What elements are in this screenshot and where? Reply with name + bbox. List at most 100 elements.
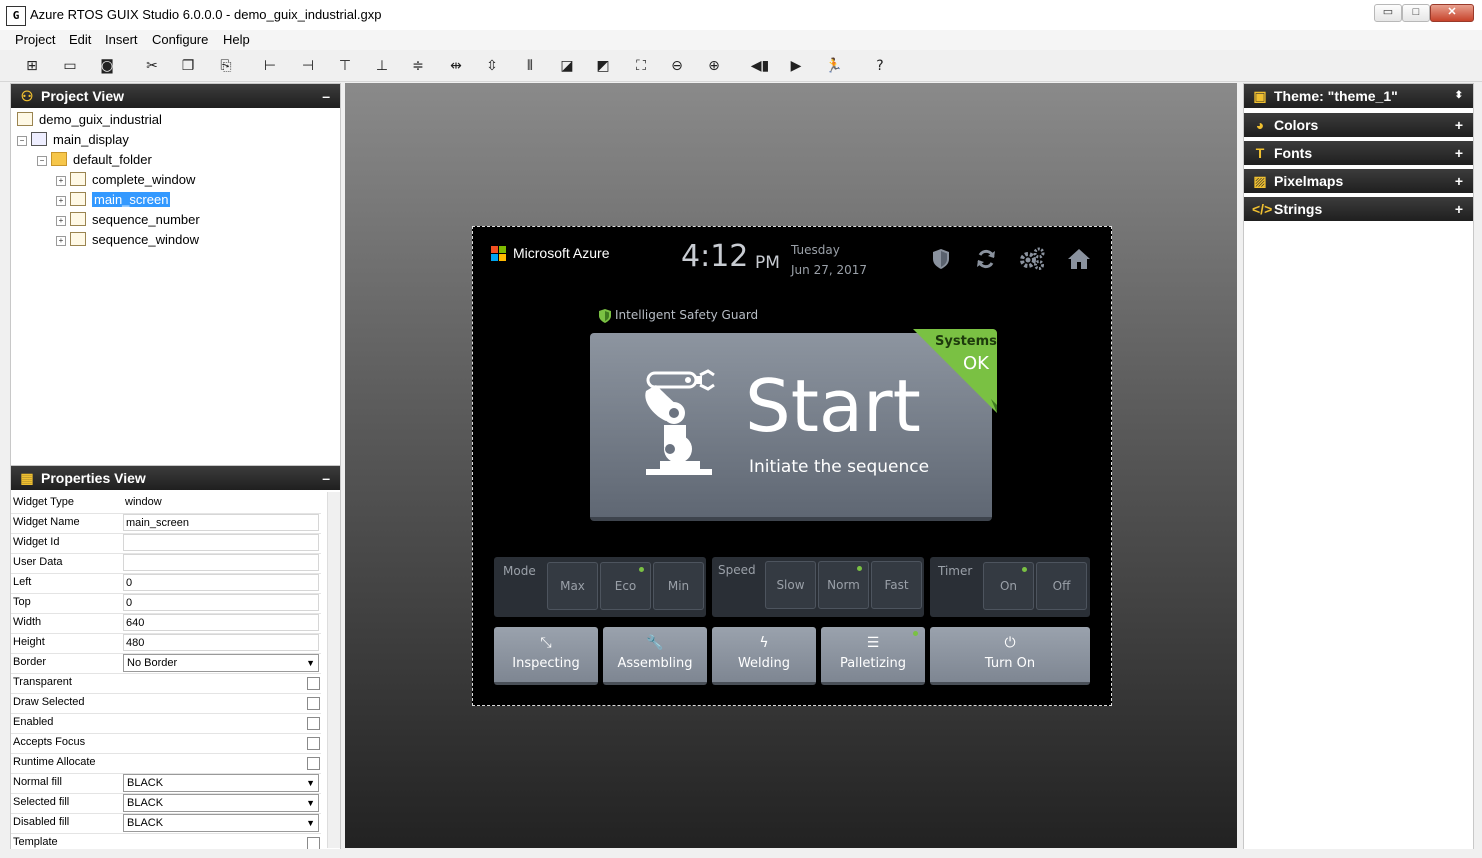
center-horizontal-icon[interactable]: ≑ bbox=[407, 55, 429, 77]
collapse-toggle-icon[interactable]: − bbox=[37, 156, 47, 166]
property-input[interactable] bbox=[123, 534, 319, 551]
property-dropdown[interactable]: BLACK ▼ bbox=[123, 774, 319, 792]
menu-help[interactable]: Help bbox=[223, 32, 250, 47]
property-input[interactable]: 480 bbox=[123, 634, 319, 651]
inspecting-button[interactable]: ⤡ Inspecting bbox=[494, 627, 598, 685]
turn-on-button[interactable]: ⏻ Turn On bbox=[930, 627, 1090, 685]
align-left-icon[interactable]: ⊢ bbox=[259, 55, 281, 77]
tree-root-project[interactable]: demo_guix_industrial bbox=[17, 111, 162, 129]
minimize-button[interactable]: ▭ bbox=[1374, 4, 1402, 22]
theme-spin-icon[interactable]: ⬍ bbox=[1455, 84, 1463, 108]
colors-section[interactable]: ◕ Colors + bbox=[1244, 113, 1473, 137]
tree-folder[interactable]: − default_folder bbox=[37, 151, 152, 169]
run-icon[interactable]: 🏃 bbox=[823, 55, 845, 77]
property-label: Transparent bbox=[13, 676, 72, 688]
systems-status-label: Systems bbox=[935, 334, 997, 349]
copy-icon[interactable]: ❐ bbox=[177, 55, 199, 77]
mode-max-button[interactable]: Max bbox=[547, 562, 598, 610]
playback-icon[interactable]: ▶ bbox=[785, 55, 807, 77]
menu-edit[interactable]: Edit bbox=[69, 32, 91, 47]
equal-height-icon[interactable]: ⇳ bbox=[481, 55, 503, 77]
menu-insert[interactable]: Insert bbox=[105, 32, 138, 47]
menu-project[interactable]: Project bbox=[15, 32, 55, 47]
help-icon[interactable]: ? bbox=[869, 55, 891, 77]
property-input[interactable]: main_screen bbox=[123, 514, 319, 531]
assembling-button[interactable]: 🔧 Assembling bbox=[603, 627, 707, 685]
expand-pixelmaps-button[interactable]: + bbox=[1455, 169, 1463, 193]
zoom-in-icon[interactable]: ⊕ bbox=[703, 55, 725, 77]
property-checkbox[interactable] bbox=[307, 677, 320, 690]
speed-active-indicator-icon bbox=[857, 566, 862, 571]
new-icon[interactable]: ⊞ bbox=[21, 55, 43, 77]
tree-item-sequence-window[interactable]: + sequence_window bbox=[56, 231, 199, 249]
mode-group: Mode Max Eco Min bbox=[494, 557, 706, 617]
main-screen-preview[interactable]: Microsoft Azure 4:12 PM Tuesday Jun 27, … bbox=[472, 226, 1112, 706]
expand-toggle-icon[interactable]: + bbox=[56, 216, 66, 226]
property-dropdown[interactable]: BLACK ▼ bbox=[123, 794, 319, 812]
welding-button[interactable]: ϟ Welding bbox=[712, 627, 816, 685]
collapse-properties-view-button[interactable]: – bbox=[322, 466, 330, 490]
paste-icon[interactable]: ⎘ bbox=[215, 55, 237, 77]
tree-display[interactable]: − main_display bbox=[17, 131, 129, 149]
property-input[interactable]: 0 bbox=[123, 594, 319, 611]
menu-configure[interactable]: Configure bbox=[152, 32, 208, 47]
align-right-icon[interactable]: ⊣ bbox=[297, 55, 319, 77]
project-file-icon bbox=[17, 112, 33, 126]
theme-selector[interactable]: ▣ Theme: "theme_1" ⬍ bbox=[1244, 84, 1473, 108]
save-icon[interactable]: ◙ bbox=[96, 55, 118, 77]
maximize-button[interactable]: □ bbox=[1402, 4, 1430, 22]
speed-slow-button[interactable]: Slow bbox=[765, 561, 816, 609]
palletizing-button[interactable]: ☰ Palletizing bbox=[821, 627, 925, 685]
safety-guard-label: Intelligent Safety Guard bbox=[615, 308, 759, 322]
tree-item-sequence-number[interactable]: + sequence_number bbox=[56, 211, 200, 229]
tree-item-main-screen[interactable]: + main_screen bbox=[56, 191, 171, 209]
list-icon: ☰ bbox=[866, 635, 880, 651]
settings-gears-icon[interactable] bbox=[1019, 247, 1045, 271]
close-button[interactable]: ✕ bbox=[1430, 4, 1474, 22]
open-icon[interactable]: ▭ bbox=[59, 55, 81, 77]
home-icon[interactable] bbox=[1067, 248, 1091, 270]
fit-content-icon[interactable]: ⛶ bbox=[630, 55, 652, 77]
property-dropdown[interactable]: BLACK ▼ bbox=[123, 814, 319, 832]
property-checkbox[interactable] bbox=[307, 737, 320, 750]
strings-section[interactable]: </> Strings + bbox=[1244, 197, 1473, 221]
property-input[interactable] bbox=[123, 554, 319, 571]
align-top-icon[interactable]: ⊤ bbox=[334, 55, 356, 77]
refresh-icon[interactable] bbox=[975, 248, 997, 270]
property-label: Left bbox=[13, 576, 32, 588]
zoom-out-icon[interactable]: ⊖ bbox=[666, 55, 688, 77]
expand-toggle-icon[interactable]: + bbox=[56, 176, 66, 186]
expand-toggle-icon[interactable]: + bbox=[56, 236, 66, 246]
property-label: Accepts Focus bbox=[13, 736, 86, 748]
property-dropdown[interactable]: No Border ▼ bbox=[123, 654, 319, 672]
align-bottom-icon[interactable]: ⊥ bbox=[371, 55, 393, 77]
property-checkbox[interactable] bbox=[307, 757, 320, 770]
property-dropdown-value: BLACK bbox=[127, 777, 164, 789]
fonts-section[interactable]: T Fonts + bbox=[1244, 141, 1473, 165]
expand-strings-button[interactable]: + bbox=[1455, 197, 1463, 221]
lightning-icon: ϟ bbox=[759, 635, 769, 651]
move-to-front-icon[interactable]: ◪ bbox=[556, 55, 578, 77]
collapse-toggle-icon[interactable]: − bbox=[17, 136, 27, 146]
speed-fast-button[interactable]: Fast bbox=[871, 561, 922, 609]
tree-item-complete-window[interactable]: + complete_window bbox=[56, 171, 195, 189]
expand-toggle-icon[interactable]: + bbox=[56, 196, 66, 206]
pixelmaps-section[interactable]: ▨ Pixelmaps + bbox=[1244, 169, 1473, 193]
cut-icon[interactable]: ✂ bbox=[141, 55, 163, 77]
property-checkbox[interactable] bbox=[307, 697, 320, 710]
collapse-project-view-button[interactable]: – bbox=[322, 84, 330, 108]
expand-colors-button[interactable]: + bbox=[1455, 113, 1463, 137]
center-vertical-icon[interactable]: ⫴ bbox=[519, 55, 541, 77]
property-input[interactable]: 0 bbox=[123, 574, 319, 591]
properties-scrollbar[interactable] bbox=[327, 492, 340, 848]
mode-min-button[interactable]: Min bbox=[653, 562, 704, 610]
move-to-back-icon[interactable]: ◩ bbox=[592, 55, 614, 77]
start-title: Start bbox=[745, 364, 921, 448]
shield-icon[interactable] bbox=[931, 248, 951, 270]
property-input[interactable]: 640 bbox=[123, 614, 319, 631]
equal-width-icon[interactable]: ⇹ bbox=[445, 55, 467, 77]
expand-fonts-button[interactable]: + bbox=[1455, 141, 1463, 165]
record-macro-icon[interactable]: ◀▮ bbox=[749, 55, 771, 77]
property-checkbox[interactable] bbox=[307, 717, 320, 730]
timer-off-button[interactable]: Off bbox=[1036, 562, 1087, 610]
